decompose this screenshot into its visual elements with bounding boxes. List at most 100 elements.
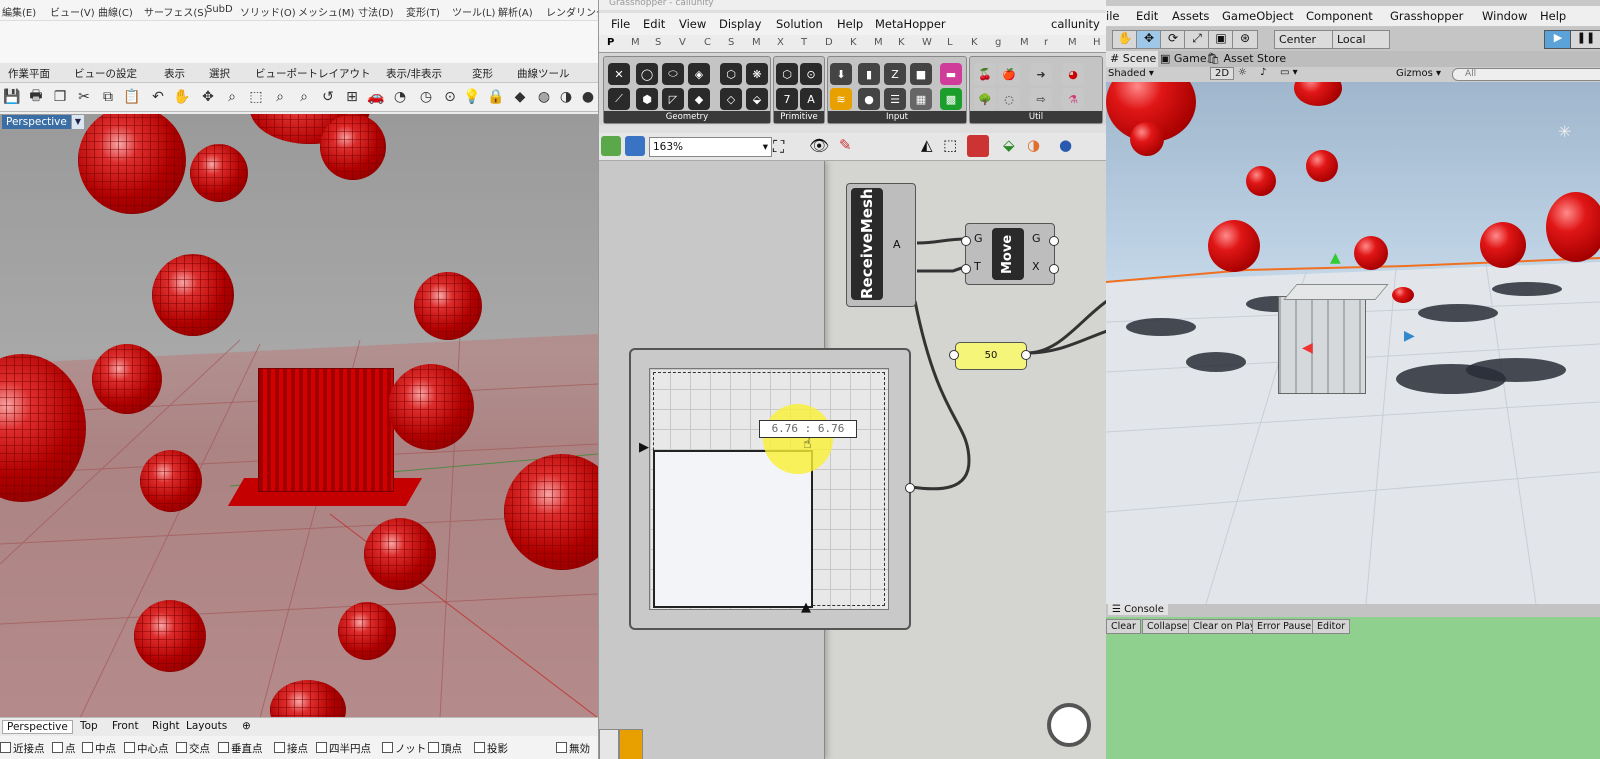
collapse-button[interactable]: Collapse bbox=[1142, 619, 1193, 634]
osnap-vertex[interactable]: 頂点 bbox=[428, 741, 462, 756]
zoom-selected-icon[interactable]: ⌕ bbox=[294, 87, 314, 107]
move-input-translation[interactable]: T bbox=[974, 260, 981, 273]
shaded-preview-icon[interactable] bbox=[967, 135, 989, 157]
tab-k1[interactable]: K bbox=[850, 37, 857, 48]
zoom-icon[interactable]: ⌕ bbox=[222, 87, 242, 107]
material-sphere-icon[interactable]: ● bbox=[578, 87, 598, 107]
graph-mapper-icon[interactable]: ≋ bbox=[830, 88, 852, 110]
text-param-icon[interactable]: A bbox=[800, 88, 822, 110]
input-pin[interactable] bbox=[961, 236, 971, 246]
zoom-window-icon[interactable]: ⬚ bbox=[246, 87, 266, 107]
tab-transform[interactable]: 変形 bbox=[472, 66, 493, 81]
menu-tools[interactable]: ツール(L) bbox=[452, 4, 495, 19]
md-slider-component[interactable]: 6.76 : 6.76 ☝ ▶ ▲ bbox=[629, 348, 911, 630]
render-sphere-icon[interactable]: ◑ bbox=[556, 87, 576, 107]
print-icon[interactable]: 🖶 bbox=[26, 87, 46, 107]
output-pin[interactable] bbox=[905, 483, 915, 493]
tab-surface[interactable]: S bbox=[728, 37, 734, 48]
rotate-tool-icon[interactable]: ⟳ bbox=[1160, 30, 1186, 49]
osnap-tangent[interactable]: 接点 bbox=[274, 741, 308, 756]
tab-select[interactable]: 選択 bbox=[209, 66, 230, 81]
layer-icon[interactable]: ◆ bbox=[510, 87, 530, 107]
surface-param-icon[interactable]: ◈ bbox=[688, 63, 710, 85]
hand-tool-icon[interactable]: ✋ bbox=[1112, 30, 1138, 49]
menu-grasshopper[interactable]: Grasshopper bbox=[1390, 9, 1463, 23]
viewport-title[interactable]: Perspective bbox=[2, 115, 71, 129]
list-icon[interactable]: ☰ bbox=[884, 88, 906, 110]
tab-game[interactable]: ▣ Game bbox=[1160, 51, 1207, 67]
value-list-icon[interactable]: ▮ bbox=[858, 63, 880, 85]
viewport-tab-top[interactable]: Top bbox=[76, 720, 102, 732]
box-param-icon[interactable]: ◇ bbox=[720, 88, 742, 110]
tab-visibility[interactable]: 表示/非表示 bbox=[386, 66, 442, 81]
car-icon[interactable]: 🚗 bbox=[366, 87, 386, 107]
undo-view-icon[interactable]: ↺ bbox=[318, 87, 338, 107]
menu-view[interactable]: ビュー(V) bbox=[50, 4, 95, 19]
circle-param-icon[interactable]: ◯ bbox=[636, 63, 658, 85]
menu-solution[interactable]: Solution bbox=[776, 17, 823, 31]
menu-component[interactable]: Component bbox=[1306, 9, 1373, 23]
menu-curve[interactable]: 曲線(C) bbox=[98, 4, 133, 19]
line-param-icon[interactable]: ◸ bbox=[662, 88, 684, 110]
input-pin[interactable] bbox=[961, 264, 971, 274]
menu-render[interactable]: レンダリング(… bbox=[546, 4, 598, 19]
bake-icon[interactable]: ⬙ bbox=[1003, 136, 1015, 154]
tab-curve[interactable]: C bbox=[704, 37, 711, 48]
menu-assets[interactable]: Assets bbox=[1172, 9, 1209, 23]
menu-mesh[interactable]: メッシュ(M) bbox=[298, 4, 354, 19]
cplane-icon[interactable]: ⊙ bbox=[440, 87, 460, 107]
clock-icon[interactable]: ◷ bbox=[416, 87, 436, 107]
four-views-icon[interactable]: ⊞ bbox=[342, 87, 362, 107]
menu-view[interactable]: View bbox=[679, 17, 706, 31]
editor-dropdown[interactable]: Editor bbox=[1312, 619, 1351, 634]
scene-view[interactable]: ▲ ▶ ◀ ✳ bbox=[1106, 82, 1600, 604]
tab-k2[interactable]: K bbox=[898, 37, 905, 48]
move-component[interactable]: G T Move G X bbox=[965, 223, 1055, 285]
graph-icon[interactable] bbox=[619, 729, 643, 759]
light-bulb-icon[interactable]: 💡 bbox=[462, 87, 482, 107]
viewport-tab-right[interactable]: Right bbox=[148, 720, 184, 732]
tab-mesh[interactable]: M bbox=[752, 37, 761, 48]
gizmo-x-arrow-icon[interactable]: ◀ bbox=[1302, 340, 1313, 356]
material-icon[interactable]: ◑ bbox=[1027, 136, 1040, 154]
preview-eye-icon[interactable]: 👁 bbox=[809, 136, 829, 155]
osnap-disable[interactable]: 無効 bbox=[556, 741, 590, 756]
tab-viewport-layout[interactable]: ビューポートレイアウト bbox=[255, 66, 371, 81]
pan-hand-icon[interactable]: ✋ bbox=[172, 87, 192, 107]
gizmo-z-arrow-icon[interactable]: ▶ bbox=[1404, 328, 1415, 344]
zoom-extents-icon[interactable]: ⌕ bbox=[270, 87, 290, 107]
y-handle-icon[interactable]: ▶ bbox=[639, 440, 649, 455]
lighting-icon[interactable]: ☼ bbox=[1238, 67, 1247, 78]
twisted-box-icon[interactable]: ⬙ bbox=[746, 88, 768, 110]
command-area[interactable] bbox=[0, 21, 598, 63]
tab-scene[interactable]: # Scene bbox=[1106, 51, 1158, 67]
field-param-icon[interactable]: ⬢ bbox=[636, 88, 658, 110]
shading-mode-dropdown[interactable]: Shaded ▾ bbox=[1108, 68, 1154, 79]
effects-icon[interactable]: ▭ ▾ bbox=[1280, 67, 1298, 78]
scene-orientation-gizmo-icon[interactable]: ✳ bbox=[1558, 122, 1571, 141]
menu-subd[interactable]: SubD bbox=[206, 4, 233, 15]
zoom-select[interactable]: 163% ▾ bbox=[649, 137, 772, 157]
color-wheel-icon[interactable]: ◍ bbox=[534, 87, 554, 107]
menu-help[interactable]: Help bbox=[837, 17, 863, 31]
save-file-icon[interactable] bbox=[625, 136, 645, 156]
clear-button[interactable]: Clear bbox=[1106, 619, 1141, 634]
navigation-compass-icon[interactable] bbox=[1047, 703, 1091, 747]
tab-intersect[interactable]: X bbox=[777, 37, 784, 48]
error-pause-button[interactable]: Error Pause bbox=[1252, 619, 1317, 634]
scale-tool-icon[interactable]: ⤢ bbox=[1184, 30, 1210, 49]
menu-file[interactable]: ile bbox=[1106, 9, 1119, 23]
paste-icon[interactable]: 📋 bbox=[122, 87, 142, 107]
gizmos-dropdown[interactable]: Gizmos ▾ bbox=[1396, 68, 1441, 79]
tab-cplane[interactable]: 作業平面 bbox=[8, 66, 50, 81]
tab-w[interactable]: W bbox=[922, 37, 932, 48]
menu-transform[interactable]: 変形(T) bbox=[406, 4, 440, 19]
panel-toggle-icon[interactable] bbox=[599, 729, 619, 759]
add-tab-icon[interactable]: ⊕ bbox=[238, 720, 255, 732]
copy-icon[interactable]: ⧉ bbox=[98, 87, 118, 107]
mode-2d-button[interactable]: 2D bbox=[1210, 67, 1235, 80]
osnap-project[interactable]: 投影 bbox=[474, 741, 508, 756]
number-slider[interactable]: 50 bbox=[955, 342, 1027, 370]
tab-vector[interactable]: V bbox=[679, 37, 686, 48]
tab-l[interactable]: L bbox=[947, 37, 953, 48]
